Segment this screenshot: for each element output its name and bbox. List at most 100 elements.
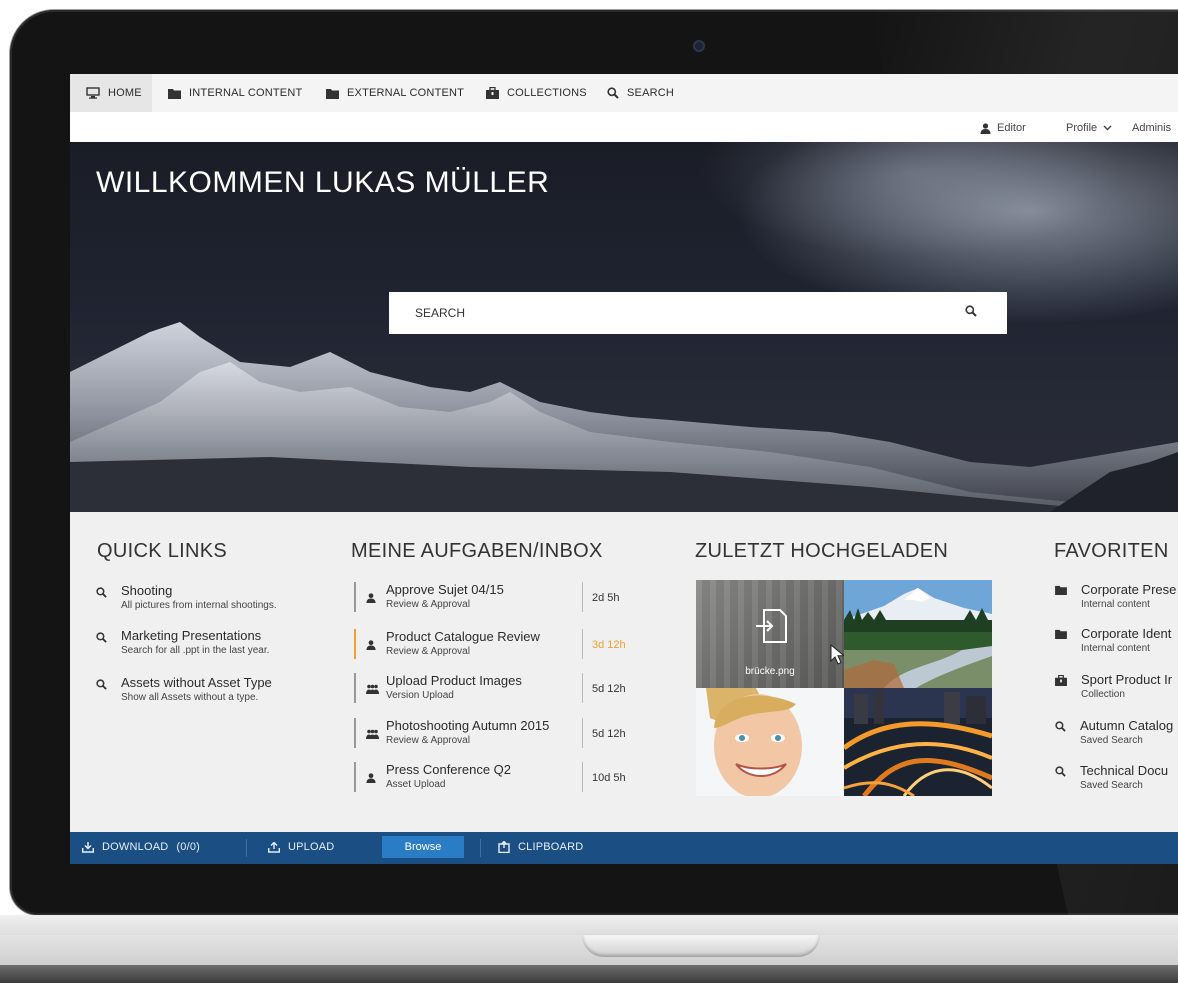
download-count: (0/0) — [176, 841, 201, 853]
sub-nav: Editor Profile Adminis — [70, 112, 1178, 142]
user-icon — [980, 122, 991, 134]
nav-label: INTERNAL CONTENT — [189, 87, 303, 99]
tasks-title: MEINE AUFGABEN/INBOX — [351, 540, 603, 562]
download-icon — [82, 841, 94, 853]
city-night-image — [844, 688, 992, 796]
cursor-icon — [830, 644, 844, 665]
woman-portrait-image — [696, 688, 844, 796]
favorite-title: Autumn Catalog — [1080, 718, 1174, 733]
nav-label: COLLECTIONS — [507, 87, 587, 99]
quick-link-title: Marketing Presentations — [121, 628, 262, 643]
nav-item-home[interactable]: HOME — [70, 74, 152, 112]
folder-icon — [1055, 585, 1067, 595]
woman-portrait-thumbnail[interactable] — [696, 688, 844, 796]
quick-link-item[interactable]: Assets without Asset Type Show all Asset… — [96, 675, 272, 704]
briefcase-icon — [486, 87, 499, 99]
upload-filename: brücke.png — [745, 666, 795, 677]
favorites-title: FAVORITEN — [1054, 540, 1169, 562]
chevron-down-icon — [1103, 125, 1112, 131]
browse-button[interactable]: Browse — [382, 836, 464, 858]
folder-icon — [1055, 629, 1067, 639]
favorite-subtitle: Saved Search — [1080, 780, 1143, 791]
clipboard-button[interactable]: CLIPBOARD — [498, 841, 583, 853]
task-subtitle: Version Upload — [386, 690, 454, 701]
city-night-thumbnail[interactable] — [844, 688, 992, 796]
hero-search-input[interactable] — [413, 305, 957, 321]
favorite-item[interactable]: Technical Docu Saved Search — [1055, 763, 1168, 792]
task-item[interactable]: Press Conference Q2 Asset Upload 10d 5h — [354, 762, 638, 794]
favorite-item[interactable]: Corporate Prese Internal content — [1055, 582, 1176, 611]
task-duration: 10d 5h — [592, 772, 626, 784]
folder-icon — [168, 88, 181, 99]
profile-label: Profile — [1066, 122, 1098, 134]
task-item[interactable]: Approve Sujet 04/15 Review & Approval 2d… — [354, 582, 638, 614]
admin-menu[interactable]: Adminis — [1132, 122, 1171, 134]
task-item[interactable]: Product Catalogue Review Review & Approv… — [354, 629, 638, 661]
mountain-lake-thumbnail[interactable] — [844, 580, 992, 688]
upload-icon — [268, 841, 280, 853]
favorite-subtitle: Internal content — [1081, 643, 1150, 654]
group-icon — [366, 684, 379, 694]
task-duration: 3d 12h — [592, 639, 626, 651]
folder-icon — [326, 88, 339, 99]
nav-item-collections[interactable]: COLLECTIONS — [486, 74, 587, 112]
clipboard-icon — [498, 841, 510, 853]
bottom-toolbar: DOWNLOAD (0/0) UPLOAD Browse CLIPBOARD — [70, 832, 1178, 864]
task-divider — [582, 762, 583, 792]
task-duration: 5d 12h — [592, 728, 626, 740]
task-marker — [354, 762, 356, 792]
favorite-title: Corporate Prese — [1081, 582, 1177, 597]
task-title: Product Catalogue Review — [386, 629, 540, 644]
admin-label: Adminis — [1132, 122, 1172, 134]
webcam — [693, 40, 705, 52]
user-icon — [366, 593, 376, 603]
upload-button[interactable]: UPLOAD — [268, 841, 334, 853]
favorite-item[interactable]: Autumn Catalog Saved Search — [1055, 718, 1173, 747]
task-item[interactable]: Photoshooting Autumn 2015 Review & Appro… — [354, 718, 638, 750]
group-icon — [366, 729, 379, 739]
nav-item-external-content[interactable]: EXTERNAL CONTENT — [326, 74, 464, 112]
monitor-icon — [86, 87, 100, 99]
role-indicator[interactable]: Editor — [980, 122, 1026, 134]
task-marker — [354, 673, 356, 703]
user-icon — [366, 640, 376, 650]
favorite-item[interactable]: Sport Product Ir Collection — [1055, 672, 1172, 701]
quick-link-subtitle: Search for all .ppt in the last year. — [121, 645, 270, 656]
task-title: Upload Product Images — [386, 673, 522, 688]
upload-label: UPLOAD — [288, 841, 335, 853]
profile-menu[interactable]: Profile — [1066, 122, 1112, 134]
nav-label: HOME — [108, 87, 142, 99]
briefcase-icon — [1055, 675, 1067, 686]
task-subtitle: Review & Approval — [386, 735, 470, 746]
quick-link-subtitle: All pictures from internal shootings. — [121, 600, 277, 611]
search-icon — [96, 679, 107, 690]
hero-search-box — [389, 292, 1007, 334]
search-icon — [1055, 721, 1066, 732]
top-nav: HOME INTERNAL CONTENT EXTERNAL CONTENT C… — [70, 74, 1178, 112]
nav-label: SEARCH — [627, 87, 675, 99]
task-divider — [582, 582, 583, 612]
favorite-title: Sport Product Ir — [1081, 672, 1173, 687]
quick-link-item[interactable]: Shooting All pictures from internal shoo… — [96, 583, 277, 612]
task-marker — [354, 629, 356, 659]
quick-links-title: QUICK LINKS — [97, 540, 227, 562]
task-item[interactable]: Upload Product Images Version Upload 5d … — [354, 673, 638, 705]
laptop-base-bottom — [0, 965, 1178, 983]
quick-link-title: Shooting — [121, 583, 173, 598]
task-divider — [582, 629, 583, 659]
user-icon — [366, 773, 376, 783]
favorite-item[interactable]: Corporate Ident Internal content — [1055, 626, 1171, 655]
download-button[interactable]: DOWNLOAD (0/0) — [82, 841, 200, 853]
search-icon[interactable] — [965, 305, 977, 317]
toolbar-divider — [246, 839, 247, 857]
recent-uploads-grid: brücke.png — [696, 580, 992, 796]
nav-item-internal-content[interactable]: INTERNAL CONTENT — [168, 74, 302, 112]
upload-dropzone-tile[interactable]: brücke.png — [696, 580, 844, 688]
role-label: Editor — [997, 122, 1026, 134]
quick-link-item[interactable]: Marketing Presentations Search for all .… — [96, 628, 269, 657]
nav-item-search[interactable]: SEARCH — [607, 74, 674, 112]
task-marker — [354, 582, 356, 612]
task-title: Press Conference Q2 — [386, 762, 512, 777]
task-divider — [582, 718, 583, 748]
task-subtitle: Review & Approval — [386, 646, 470, 657]
